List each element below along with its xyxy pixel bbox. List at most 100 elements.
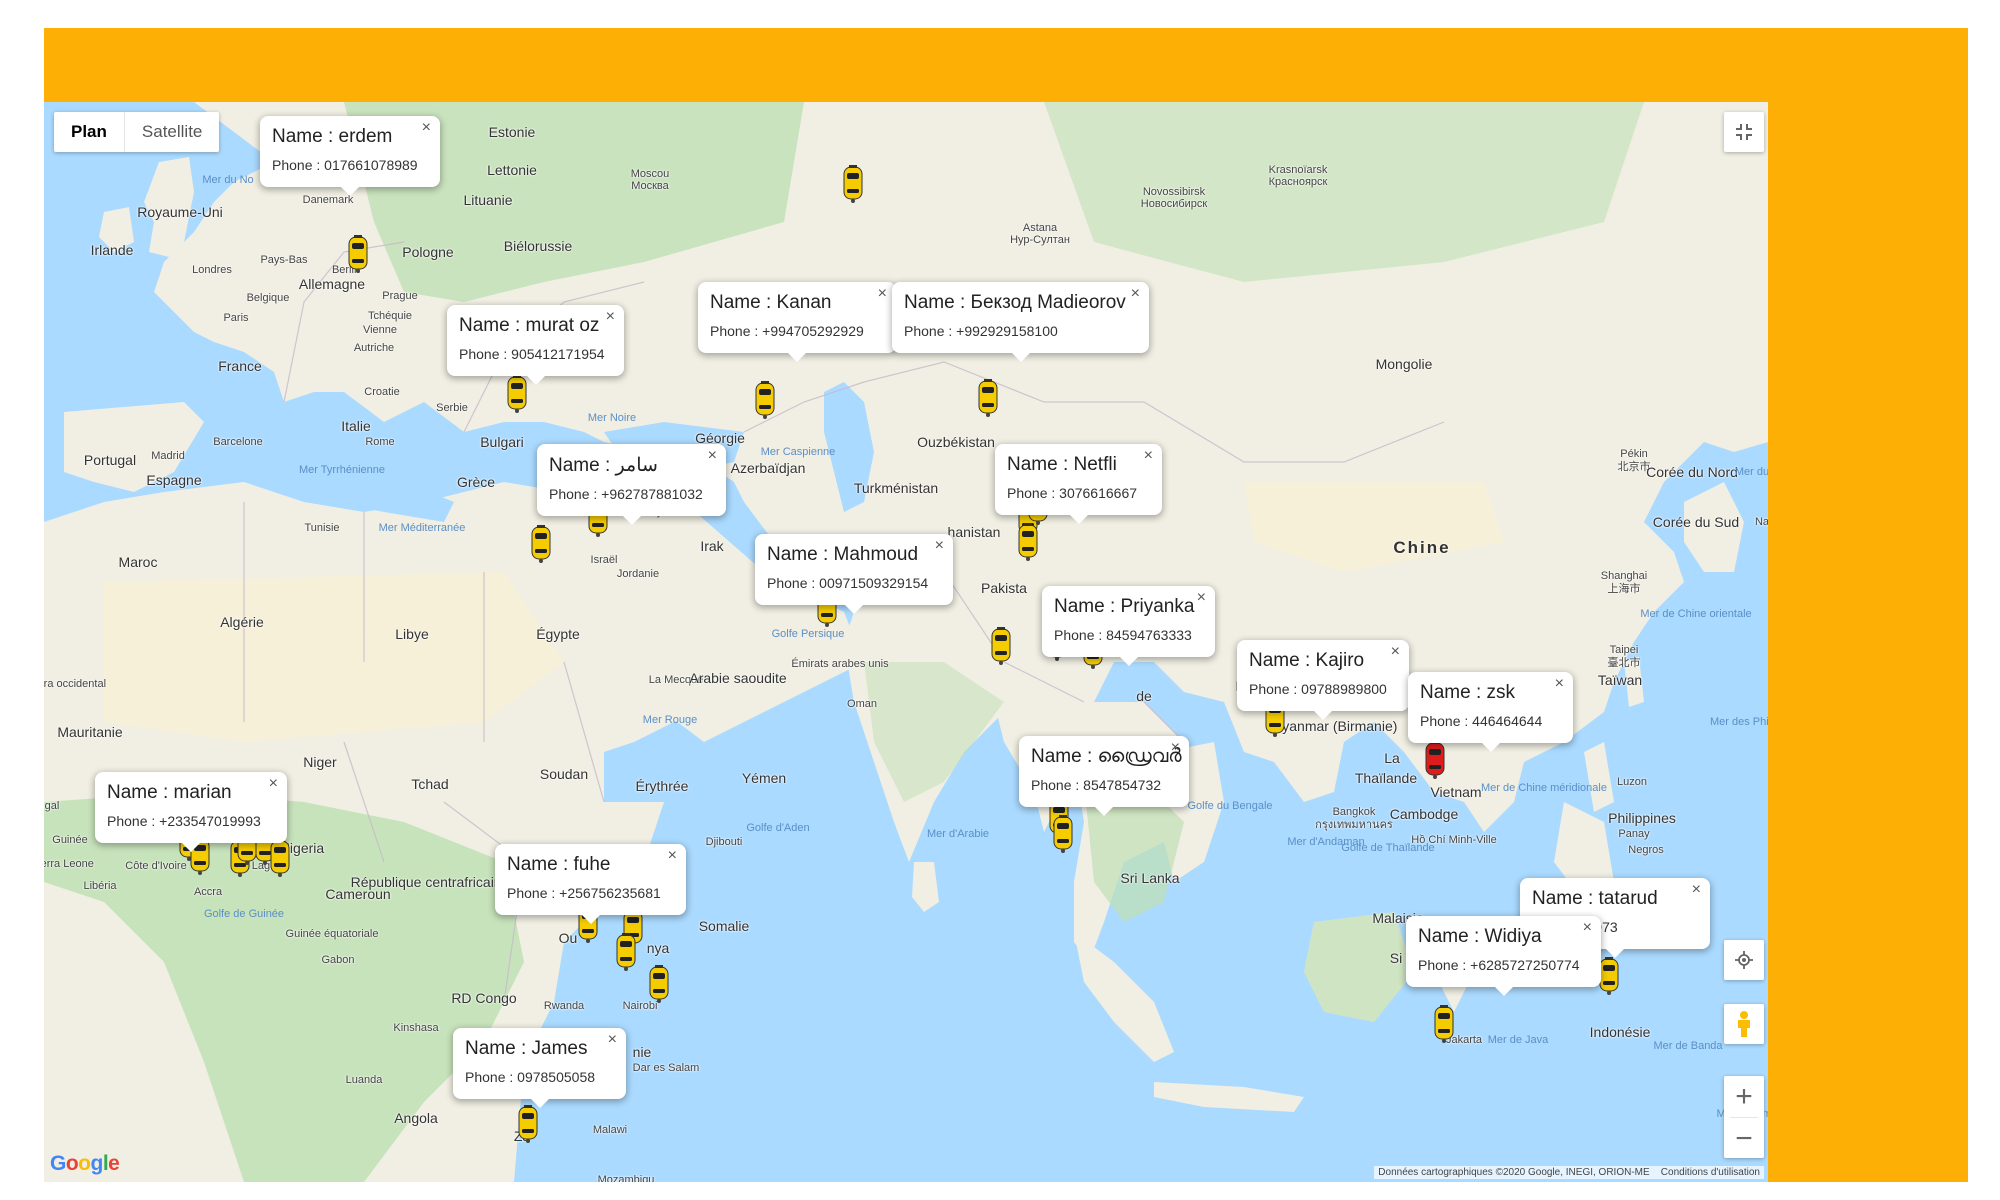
- car-marker[interactable]: [1052, 815, 1074, 853]
- my-location-button[interactable]: [1724, 940, 1764, 980]
- driver-name: Name : fuhe: [507, 854, 611, 875]
- map-label-indonesie: Indonésie: [1589, 1024, 1651, 1040]
- terms-link[interactable]: Conditions d'utilisation: [1661, 1167, 1760, 1178]
- car-marker[interactable]: [990, 627, 1012, 665]
- map-label-turkmenistan: Turkménistan: [853, 480, 939, 496]
- close-icon[interactable]: ×: [269, 775, 278, 793]
- map-label-paris: Paris: [223, 312, 249, 324]
- car-icon: [649, 965, 669, 1003]
- close-icon[interactable]: ×: [1583, 919, 1592, 937]
- car-marker[interactable]: [754, 381, 776, 419]
- driver-phone: Phone : 8547854732: [1031, 777, 1162, 793]
- map-type-control: Plan Satellite: [54, 112, 220, 152]
- map-label-mauritanie: Mauritanie: [57, 724, 123, 740]
- map-label-bangkok-th: กรุงเทพมหานคร: [1315, 819, 1393, 831]
- map-label-mongolie: Mongolie: [1375, 356, 1433, 372]
- map-label-moscou-ru: Москва: [631, 180, 669, 192]
- driver-name: Name : marian: [107, 782, 232, 803]
- google-logo: Google: [50, 1152, 120, 1175]
- zoom-out-button[interactable]: −: [1724, 1118, 1764, 1159]
- close-icon[interactable]: ×: [668, 847, 677, 865]
- map-label-allemagne: Allemagne: [298, 276, 366, 292]
- map-label-taiwan: Taïwan: [1597, 672, 1643, 688]
- map-label-mer-banda: Mer de Banda: [1653, 1040, 1723, 1052]
- map-label-golfe-aden: Golfe d'Aden: [746, 822, 810, 834]
- car-marker[interactable]: [269, 839, 291, 877]
- map-label-pakistan: Pakista: [981, 580, 1027, 596]
- map-label-philippines: Philippines: [1608, 810, 1676, 826]
- close-icon[interactable]: ×: [1171, 739, 1180, 757]
- car-marker[interactable]: [347, 235, 369, 273]
- close-icon[interactable]: ×: [1555, 675, 1564, 693]
- close-icon[interactable]: ×: [606, 308, 615, 326]
- car-marker[interactable]: [517, 1105, 539, 1143]
- map-label-coree-nord: Corée du Nord: [1646, 464, 1738, 480]
- pegman-icon: [1738, 1011, 1750, 1037]
- map-label-pologne: Pologne: [402, 244, 454, 260]
- zoom-in-button[interactable]: +: [1724, 1076, 1764, 1117]
- driver-info-window: Name : murat oz Phone : 905412171954 ×: [447, 305, 624, 385]
- close-icon[interactable]: ×: [708, 447, 717, 465]
- car-marker[interactable]: [1017, 523, 1039, 561]
- map-label-mer-caspienne: Mer Caspienne: [760, 446, 836, 458]
- close-icon[interactable]: ×: [878, 285, 887, 303]
- map-type-satellite-button[interactable]: Satellite: [125, 112, 219, 152]
- map-label-guinee-eq: Guinée équatoriale: [285, 928, 379, 940]
- car-marker[interactable]: [977, 379, 999, 417]
- car-icon: [518, 1105, 538, 1143]
- map-label-liberia: Libéria: [83, 880, 117, 892]
- map-label-libye: Libye: [395, 626, 429, 642]
- map-label-sierra-leone: ierra Leone: [44, 858, 94, 870]
- car-marker[interactable]: [506, 375, 528, 413]
- map-label-bielorussie: Biélorussie: [503, 238, 573, 254]
- car-marker[interactable]: [1598, 957, 1620, 995]
- map-label-guinee-lbl: Guinée: [52, 834, 88, 846]
- close-icon[interactable]: ×: [935, 537, 944, 555]
- map-label-estonie: Estonie: [488, 124, 536, 140]
- map-label-croatie: Croatie: [364, 386, 400, 398]
- car-marker[interactable]: [842, 165, 864, 203]
- map[interactable]: Estonie Lettonie Lituanie Moscou Москва Danem…: [44, 102, 1768, 1182]
- map-label-arabie: Arabie saoudite: [689, 670, 787, 686]
- map-label-krasnoiarsk: Krasnoïarsk: [1268, 164, 1328, 176]
- car-marker[interactable]: [615, 933, 637, 971]
- car-icon: [1053, 815, 1073, 853]
- close-icon[interactable]: ×: [1692, 881, 1701, 899]
- car-marker[interactable]: [530, 525, 552, 563]
- map-label-vienne: Vienne: [362, 324, 398, 336]
- driver-info-window: Name : Priyanka Phone : 84594763333 ×: [1042, 586, 1215, 666]
- map-label-novosibirsk: Novossibirsk: [1142, 186, 1206, 198]
- map-label-malawi: Malawi: [592, 1124, 628, 1136]
- map-label-ouganda: Ou: [558, 930, 578, 946]
- close-icon[interactable]: ×: [1144, 447, 1153, 465]
- map-label-gabon: Gabon: [321, 954, 355, 966]
- map-label-na: Na: [1754, 516, 1768, 528]
- driver-name: Name : Mahmoud: [767, 544, 919, 565]
- map-label-myanmar: Myanmar (Birmanie): [1270, 718, 1398, 734]
- map-label-irlande: Irlande: [90, 242, 134, 258]
- close-icon[interactable]: ×: [608, 1031, 617, 1049]
- driver-info-window: Name : Widiya Phone : +6285727250774 ×: [1406, 916, 1601, 996]
- my-location-icon: [1735, 951, 1753, 969]
- close-icon[interactable]: ×: [1391, 643, 1400, 661]
- close-icon[interactable]: ×: [1131, 285, 1140, 303]
- car-marker[interactable]: [648, 965, 670, 1003]
- driver-name: Name : Netfli: [1007, 454, 1117, 475]
- car-icon: [616, 933, 636, 971]
- street-view-pegman-button[interactable]: [1724, 1004, 1764, 1044]
- map-label-portugal: Portugal: [83, 452, 137, 468]
- close-icon[interactable]: ×: [1197, 589, 1206, 607]
- fullscreen-button[interactable]: [1724, 112, 1764, 152]
- car-marker[interactable]: [1433, 1005, 1455, 1043]
- car-marker-alert[interactable]: [1424, 741, 1446, 779]
- map-label-mer-rouge: Mer Rouge: [642, 714, 698, 726]
- map-label-golfe-thailande: Golfe de Thaïlande: [1341, 842, 1435, 854]
- map-type-plan-button[interactable]: Plan: [54, 112, 125, 152]
- map-label-golfe-guinee: Golfe de Guinée: [203, 908, 285, 920]
- map-label-israel: Israël: [590, 554, 618, 566]
- map-label-chine: Chine: [1393, 538, 1451, 557]
- map-label-autriche: Autriche: [353, 342, 395, 354]
- close-icon[interactable]: ×: [422, 119, 431, 137]
- map-label-tunisie: Tunisie: [304, 522, 340, 534]
- map-label-egypte: Égypte: [536, 626, 580, 642]
